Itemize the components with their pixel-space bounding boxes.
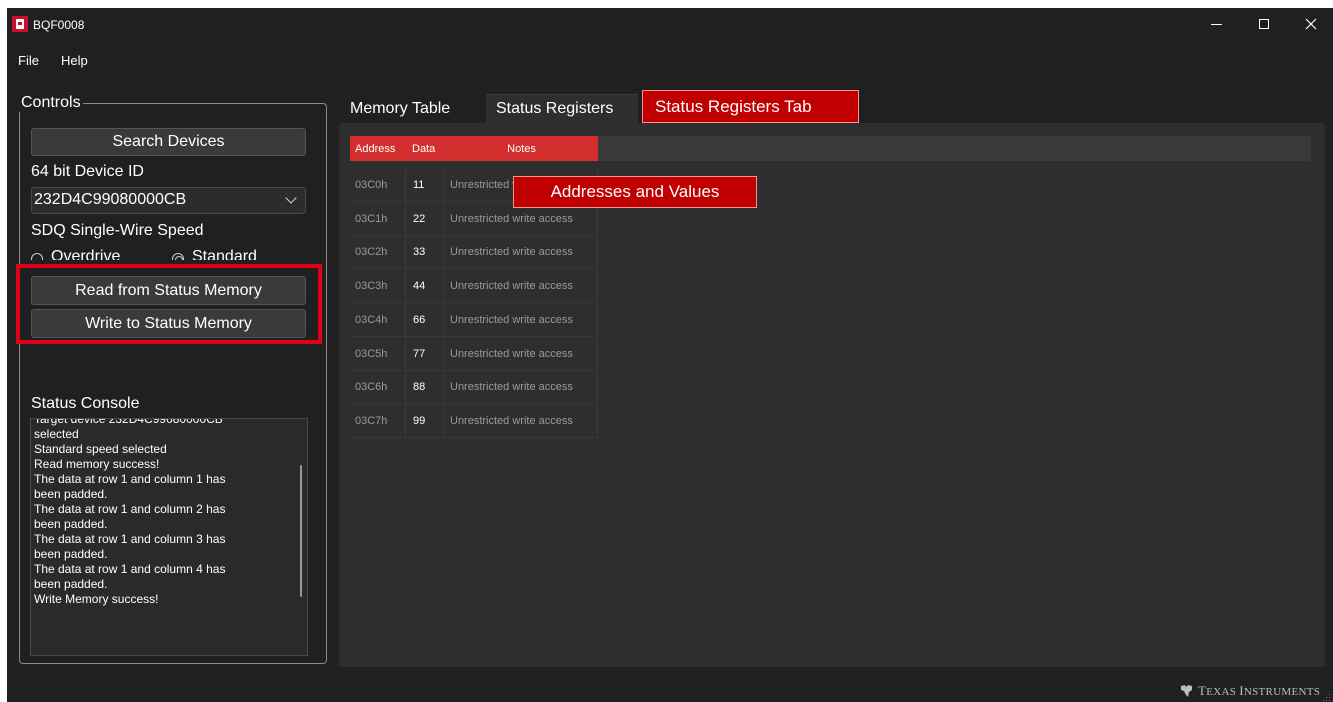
data-cell[interactable]: 77: [406, 337, 445, 371]
console-scrollbar[interactable]: [300, 465, 302, 597]
menu-file[interactable]: File: [7, 50, 49, 72]
window-title: BQF0008: [33, 18, 85, 32]
chevron-down-icon: [285, 192, 297, 204]
data-cell[interactable]: 33: [406, 236, 445, 270]
radio-checked-icon: [172, 252, 184, 260]
notes-cell: Unrestricted write access: [445, 270, 598, 304]
app-logo-icon: [12, 16, 28, 32]
data-cell[interactable]: 99: [406, 404, 445, 438]
address-cell: 03C3h: [350, 270, 406, 304]
console-line: The data at row 1 and column 2 has: [34, 502, 226, 516]
menu-bar: File Help: [7, 50, 98, 72]
console-line: The data at row 1 and column 1 has: [34, 472, 226, 486]
status-console-label: Status Console: [31, 395, 140, 412]
column-header-notes[interactable]: Notes: [445, 136, 598, 161]
console-line: been padded.: [34, 487, 108, 501]
console-line: Write Memory success!: [34, 592, 159, 606]
table-row[interactable]: 03C3h 44 Unrestricted write access: [350, 270, 598, 304]
title-bar: BQF0008: [7, 8, 1333, 42]
buttons-highlight-box: [16, 264, 322, 344]
maximize-button[interactable]: [1241, 8, 1287, 40]
radio-unchecked-icon: [31, 252, 43, 260]
speed-label: SDQ Single-Wire Speed: [31, 222, 204, 239]
address-cell: 03C2h: [350, 236, 406, 270]
status-registers-tab-callout: Status Registers Tab: [642, 90, 859, 123]
texas-instruments-icon: [1181, 685, 1192, 697]
addresses-values-callout: Addresses and Values: [513, 176, 757, 208]
device-id-label: 64 bit Device ID: [31, 163, 144, 180]
notes-cell: Unrestricted write access: [445, 337, 598, 371]
close-button[interactable]: [1288, 8, 1333, 40]
console-line: The data at row 1 and column 3 has: [34, 532, 226, 546]
console-line: been padded.: [34, 517, 108, 531]
console-text: Target device 232D4C99080000CB selected …: [34, 418, 296, 607]
notes-cell: Unrestricted write access: [445, 303, 598, 337]
address-cell: 03C6h: [350, 371, 406, 405]
device-id-value: 232D4C99080000CB: [34, 191, 187, 208]
console-line: The data at row 1 and column 4 has: [34, 562, 226, 576]
address-cell: 03C4h: [350, 303, 406, 337]
console-line: Read memory success!: [34, 457, 160, 471]
table-row[interactable]: 03C5h 77 Unrestricted write access: [350, 337, 598, 372]
speed-radio-group: Overdrive Standard: [29, 248, 309, 260]
address-cell: 03C0h: [350, 169, 406, 202]
table-row[interactable]: 03C4h 66 Unrestricted write access: [350, 303, 598, 338]
search-devices-button[interactable]: Search Devices: [31, 128, 306, 156]
app-window: BQF0008 File Help Controls Search Device…: [7, 8, 1333, 702]
maximize-icon: [1259, 19, 1269, 29]
minimize-button[interactable]: [1193, 8, 1239, 40]
brand-text: TEXAS INSTRUMENTS: [1198, 683, 1320, 699]
tab-status-registers[interactable]: Status Registers: [486, 94, 638, 123]
console-line: Standard speed selected: [34, 442, 167, 456]
brand-word-nstruments: NSTRUMENTS: [1243, 686, 1321, 698]
radio-standard[interactable]: Standard: [172, 248, 257, 260]
tab-memory-table[interactable]: Memory Table: [340, 94, 486, 123]
controls-group-title: Controls: [19, 94, 83, 112]
console-line: selected: [34, 427, 79, 441]
data-cell[interactable]: 44: [406, 270, 445, 304]
notes-cell: Unrestricted write access: [445, 404, 598, 438]
brand-letter-t: T: [1198, 683, 1207, 698]
console-line: been padded.: [34, 547, 108, 561]
minimize-icon: [1210, 23, 1222, 25]
device-id-dropdown[interactable]: 232D4C99080000CB: [31, 187, 306, 214]
radio-overdrive[interactable]: Overdrive: [31, 248, 120, 260]
status-console[interactable]: Target device 232D4C99080000CB selected …: [30, 418, 308, 656]
table-row[interactable]: 03C6h 88 Unrestricted write access: [350, 371, 598, 405]
console-line: been padded.: [34, 577, 108, 591]
address-cell: 03C1h: [350, 202, 406, 236]
brand-word-exas: EXAS: [1206, 686, 1240, 698]
menu-help[interactable]: Help: [49, 50, 98, 72]
column-header-address[interactable]: Address: [350, 136, 406, 161]
close-icon: [1305, 18, 1317, 30]
data-cell[interactable]: 22: [406, 202, 445, 236]
console-line: Target device 232D4C99080000CB: [34, 418, 223, 426]
radio-overdrive-label: Overdrive: [51, 248, 121, 260]
data-cell[interactable]: 88: [406, 371, 445, 405]
table-row[interactable]: 03C7h 99 Unrestricted write access: [350, 404, 598, 439]
address-cell: 03C5h: [350, 337, 406, 371]
notes-cell: Unrestricted write access: [445, 236, 598, 270]
resize-grip-icon[interactable]: [1323, 694, 1331, 702]
texas-instruments-logo: TEXAS INSTRUMENTS: [1179, 683, 1320, 699]
radio-standard-label: Standard: [192, 248, 257, 260]
table-row[interactable]: 03C2h 33 Unrestricted write access: [350, 236, 598, 270]
address-cell: 03C7h: [350, 404, 406, 438]
data-cell[interactable]: 11: [406, 169, 445, 202]
column-header-data[interactable]: Data: [406, 136, 445, 161]
notes-cell: Unrestricted write access: [445, 371, 598, 405]
data-cell[interactable]: 66: [406, 303, 445, 337]
